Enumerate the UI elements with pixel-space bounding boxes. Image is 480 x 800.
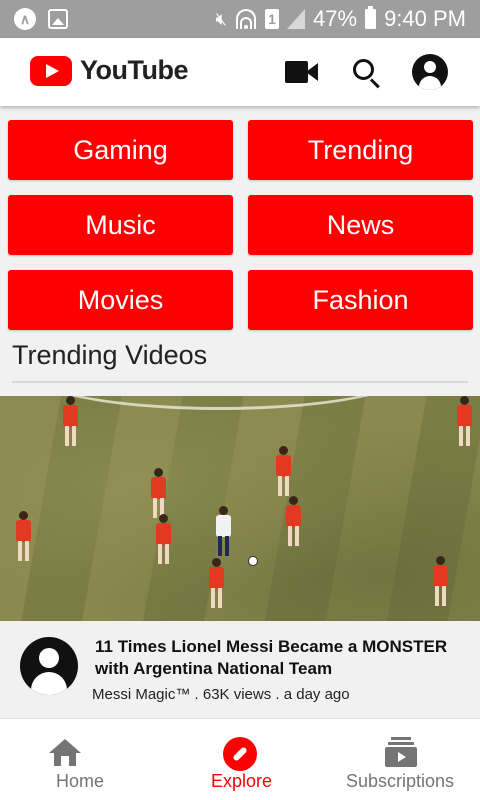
sim-icon: 1 [265, 9, 280, 29]
search-icon[interactable] [350, 56, 386, 92]
section-divider [12, 381, 468, 383]
status-bar: ∧ 🔇︎ 1 47% 9:40 PM [0, 0, 480, 38]
app-notification-icon: ∧ [14, 8, 36, 30]
youtube-logo-icon[interactable] [30, 56, 72, 86]
status-bar-system: 🔇︎ 1 47% 9:40 PM [216, 6, 466, 32]
subscriptions-icon [385, 737, 417, 769]
battery-percent: 47% [313, 6, 358, 31]
section-title: Trending Videos [12, 340, 208, 370]
image-notification-icon [48, 9, 68, 29]
clock: 9:40 PM [384, 6, 466, 31]
account-icon[interactable] [412, 54, 448, 90]
wifi-icon [235, 9, 257, 29]
status-bar-notifications: ∧ [14, 8, 68, 30]
signal-icon [287, 9, 306, 29]
video-meta: Messi Magic™ . 63K views . a day ago [92, 686, 350, 703]
nav-label-explore: Explore [211, 771, 273, 791]
channel-avatar-icon[interactable] [20, 637, 78, 695]
nav-label-subscriptions: Subscriptions [346, 771, 455, 791]
app-title[interactable]: YouTube [80, 55, 188, 86]
video-title[interactable]: 11 Times Lionel Messi Became a MONSTER w… [95, 636, 455, 680]
bottom-navigation: Home Explore Subscriptions [0, 718, 480, 800]
mute-icon: 🔇︎ [215, 8, 228, 29]
home-icon [49, 739, 81, 769]
category-button-fashion[interactable]: Fashion [248, 270, 473, 330]
app-bar: YouTube [0, 38, 480, 106]
explore-icon [223, 737, 257, 771]
category-button-gaming[interactable]: Gaming [8, 120, 233, 180]
nav-item-home[interactable]: Home [0, 719, 160, 800]
category-button-music[interactable]: Music [8, 195, 233, 255]
video-info[interactable]: 11 Times Lionel Messi Became a MONSTER w… [0, 621, 480, 717]
battery-icon [365, 6, 377, 29]
category-button-news[interactable]: News [248, 195, 473, 255]
category-button-movies[interactable]: Movies [8, 270, 233, 330]
video-thumbnail[interactable] [0, 396, 480, 621]
video-camera-icon[interactable] [285, 61, 321, 97]
nav-label-home: Home [56, 771, 105, 791]
category-button-trending[interactable]: Trending [248, 120, 473, 180]
